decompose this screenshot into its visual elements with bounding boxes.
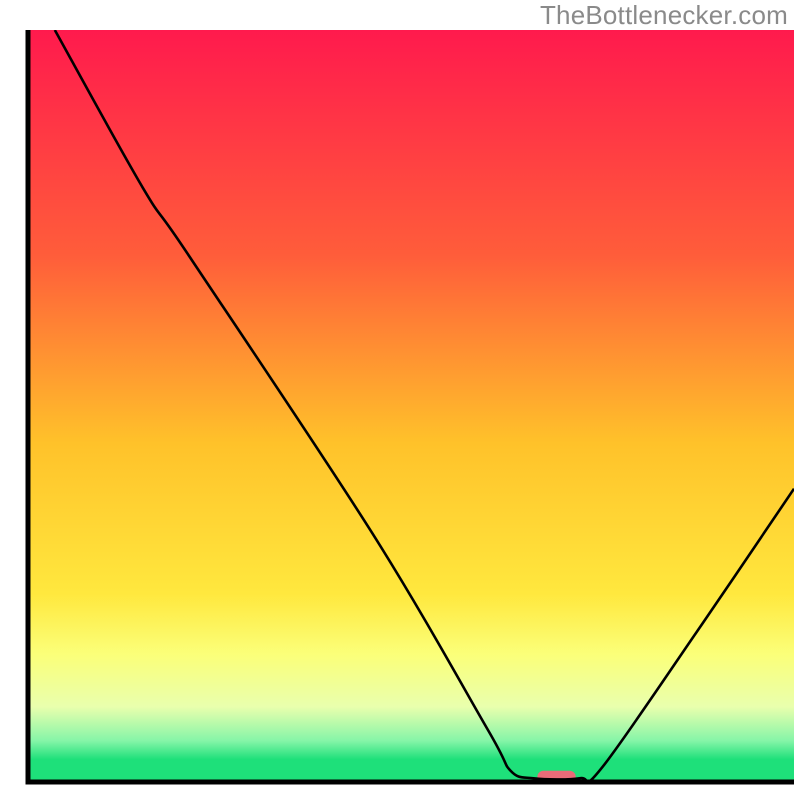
gradient-background xyxy=(28,30,794,782)
watermark-text: TheBottlenecker.com xyxy=(540,0,788,31)
bottleneck-chart xyxy=(0,0,800,800)
